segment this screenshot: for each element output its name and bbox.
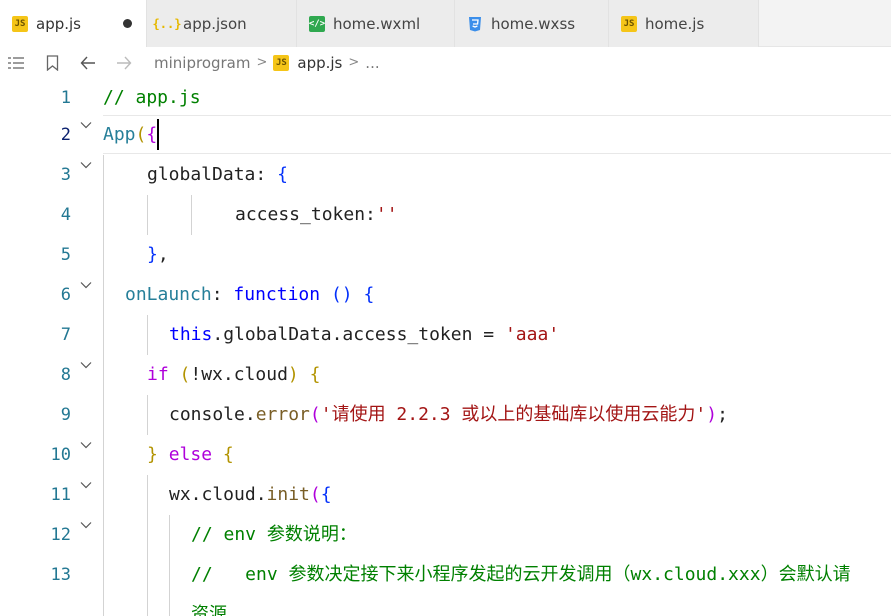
code-line: 5 }, (0, 235, 891, 275)
css-file-icon (467, 16, 483, 32)
code-text: if (!wx.cloud) { (147, 364, 321, 385)
chevron-right-icon: > (348, 55, 360, 70)
wxml-file-icon: </> (309, 15, 325, 32)
code-text: wx.cloud.init({ (169, 484, 332, 505)
code-line-wrapped: 资源 (0, 595, 891, 616)
tab-label: app.js (36, 14, 81, 33)
unsaved-dot-icon[interactable] (123, 19, 132, 28)
code-line: 7 this.globalData.access_token = 'aaa' (0, 315, 891, 355)
line-number: 9 (60, 405, 71, 425)
bookmark-icon[interactable] (44, 54, 60, 71)
tab-home-js[interactable]: JS home.js (609, 0, 759, 47)
chevron-down-icon[interactable] (80, 479, 92, 491)
code-text: onLaunch: function () { (125, 284, 375, 305)
chevron-down-icon[interactable] (80, 359, 92, 371)
code-text: } else { (147, 444, 234, 465)
forward-arrow-icon[interactable] (116, 55, 132, 71)
line-number: 1 (60, 88, 71, 108)
code-text: this.globalData.access_token = 'aaa' (169, 324, 560, 345)
line-number: 13 (50, 565, 71, 585)
code-text: console.error('请使用 2.2.3 或以上的基础库以使用云能力')… (169, 404, 728, 425)
tab-app-js[interactable]: JS app.js (0, 0, 147, 47)
editor-tab-bar: JS app.js {..} app.json </> home.wxml ho… (0, 0, 891, 47)
line-number: 6 (60, 285, 71, 305)
code-line: 1 // app.js (0, 78, 891, 118)
code-text: globalData: { (147, 164, 288, 185)
js-file-icon: JS (621, 15, 637, 32)
code-line: 13 // env 参数决定接下来小程序发起的云开发调用（wx.cloud.xx… (0, 555, 891, 595)
line-number: 10 (50, 445, 71, 465)
line-number: 5 (60, 245, 71, 265)
code-editor[interactable]: 1 // app.js 2 App({ 3 globalData: { 4 ac… (0, 78, 891, 616)
line-number: 2 (60, 125, 71, 145)
code-text: // app.js (103, 87, 201, 108)
code-text: App({ (103, 124, 158, 145)
tab-label: home.wxml (333, 14, 421, 33)
line-number: 8 (60, 365, 71, 385)
code-text: // env 参数决定接下来小程序发起的云开发调用（wx.cloud.xxx）会… (191, 564, 851, 585)
breadcrumb-more[interactable]: ... (365, 54, 379, 72)
breadcrumb-file[interactable]: app.js (297, 54, 342, 72)
code-line: 6 onLaunch: function () { (0, 275, 891, 315)
line-number: 11 (50, 485, 71, 505)
breadcrumb-toolbar: miniprogram > JS app.js > ... (0, 47, 891, 78)
tab-label: app.json (183, 14, 247, 33)
tab-label: home.js (645, 14, 705, 33)
line-number: 3 (60, 165, 71, 185)
code-line: 3 globalData: { (0, 155, 891, 195)
code-text: 资源 (191, 604, 227, 616)
line-number: 4 (60, 205, 71, 225)
code-line: 8 if (!wx.cloud) { (0, 355, 891, 395)
tab-home-wxss[interactable]: home.wxss (455, 0, 609, 47)
line-number: 7 (60, 325, 71, 345)
chevron-right-icon: > (256, 55, 268, 70)
list-icon[interactable] (8, 55, 24, 71)
code-text: }, (147, 244, 169, 265)
code-line: 2 App({ (0, 115, 891, 155)
js-file-icon: JS (273, 54, 290, 71)
line-number: 12 (50, 525, 71, 545)
tab-label: home.wxss (491, 14, 576, 33)
code-line: 9 console.error('请使用 2.2.3 或以上的基础库以使用云能力… (0, 395, 891, 435)
json-file-icon: {..} (152, 16, 182, 31)
back-arrow-icon[interactable] (80, 55, 96, 71)
breadcrumb-folder[interactable]: miniprogram (154, 54, 250, 72)
code-line: 4 access_token:'' (0, 195, 891, 235)
chevron-down-icon[interactable] (80, 439, 92, 451)
js-file-icon: JS (12, 15, 28, 32)
code-line: 10 } else { (0, 435, 891, 475)
chevron-down-icon[interactable] (80, 279, 92, 291)
chevron-down-icon[interactable] (80, 519, 92, 531)
chevron-down-icon[interactable] (80, 119, 92, 131)
tab-home-wxml[interactable]: </> home.wxml (297, 0, 455, 47)
code-line: 12 // env 参数说明： (0, 515, 891, 555)
code-line: 11 wx.cloud.init({ (0, 475, 891, 515)
code-text: access_token:'' (235, 204, 398, 225)
chevron-down-icon[interactable] (80, 159, 92, 171)
code-text: // env 参数说明： (191, 524, 357, 545)
tab-app-json[interactable]: {..} app.json (147, 0, 297, 47)
